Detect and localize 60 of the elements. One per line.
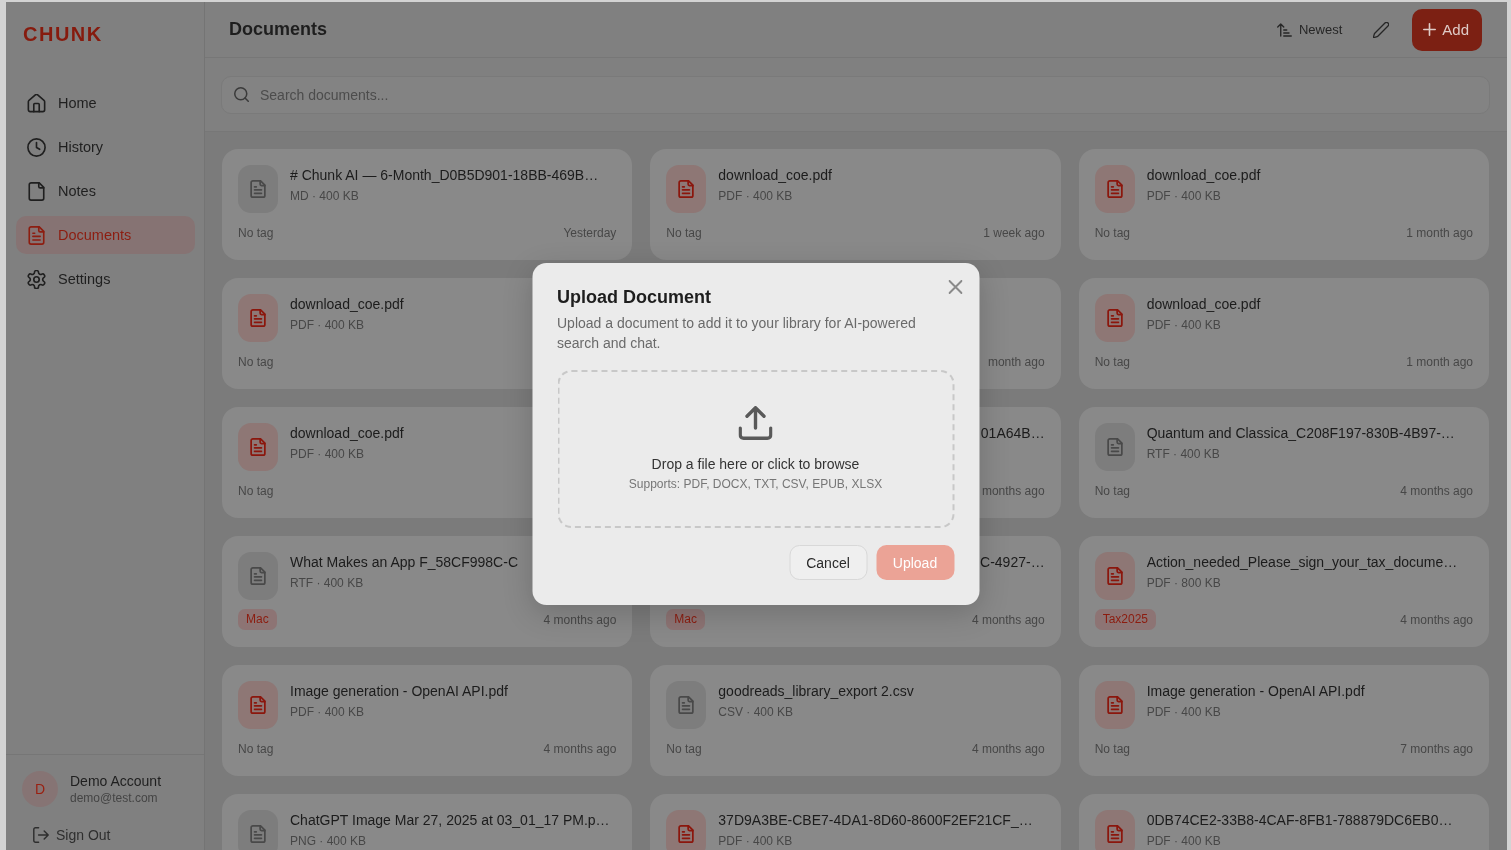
document-title: Quantum and Classica_C208F197-830B-4B97-… xyxy=(1146,424,1455,442)
document-date: 4 months ago xyxy=(1400,611,1473,628)
document-date: 4 months ago xyxy=(971,740,1045,757)
no-tag-label: No tag xyxy=(238,482,274,499)
document-meta: PDF · 400 KB xyxy=(1146,317,1221,333)
document-title: Image generation - OpenAI API.pdf xyxy=(290,682,508,700)
document-date: 4 months ago xyxy=(543,611,617,628)
document-meta: CSV · 400 KB xyxy=(718,704,794,720)
document-title: ChatGPT Image Mar 27, 2025 at 03_01_17 PM.p… xyxy=(290,811,610,829)
account-name: Demo Account xyxy=(70,772,162,790)
document-meta: PDF · 400 KB xyxy=(1146,704,1221,720)
document-title: 01A64B… xyxy=(980,424,1045,442)
document-date: 7 months ago xyxy=(1400,740,1473,757)
no-tag-label: No tag xyxy=(1094,353,1130,370)
document-meta: PDF · 400 KB xyxy=(718,188,793,204)
document-date: 1 week ago xyxy=(983,224,1045,241)
account-email: demo@test.com xyxy=(70,790,158,806)
document-meta: PDF · 800 KB xyxy=(1146,575,1221,591)
document-title: What Makes an App F_58CF998C-C xyxy=(290,553,518,571)
document-meta: RTF · 400 KB xyxy=(290,575,364,591)
document-title: # Chunk AI — 6-Month_D0B5D901-18BB-469B… xyxy=(290,166,599,184)
document-meta: PDF · 400 KB xyxy=(290,704,365,720)
document-meta: RTF · 400 KB xyxy=(1146,446,1220,462)
no-tag-label: No tag xyxy=(238,224,274,241)
document-date: months ago xyxy=(981,482,1045,499)
document-meta: MD · 400 KB xyxy=(290,188,359,204)
document-title: download_coe.pdf xyxy=(718,166,832,184)
document-meta: PDF · 400 KB xyxy=(1146,188,1221,204)
no-tag-label: No tag xyxy=(238,740,274,757)
document-meta: PDF · 400 KB xyxy=(718,833,793,849)
document-date: 4 months ago xyxy=(1400,482,1473,499)
document-date: 4 months ago xyxy=(971,611,1045,628)
document-title: Action_needed_Please_sign_your_tax_docume… xyxy=(1146,553,1458,571)
document-date: month ago xyxy=(987,353,1045,370)
document-title: download_coe.pdf xyxy=(290,295,404,313)
document-title: goodreads_library_export 2.csv xyxy=(718,682,914,700)
page-title: Documents xyxy=(229,19,327,40)
document-title: Image generation - OpenAI API.pdf xyxy=(1146,682,1365,700)
no-tag-label: No tag xyxy=(1094,482,1130,499)
document-meta: PDF · 400 KB xyxy=(1146,833,1221,849)
no-tag-label: No tag xyxy=(666,224,702,241)
drop-prompt: Drop a file here or click to browse xyxy=(651,455,860,474)
no-tag-label: No tag xyxy=(238,353,274,370)
no-tag-label: No tag xyxy=(1094,740,1130,757)
no-tag-label: No tag xyxy=(1094,224,1130,241)
document-date: 4 months ago xyxy=(543,740,617,757)
document-date: 1 month ago xyxy=(1406,224,1473,241)
avatar: D xyxy=(22,771,58,807)
document-date: Yesterday xyxy=(563,224,617,241)
document-title: download_coe.pdf xyxy=(1146,295,1261,313)
document-title: 37D9A3BE-CBE7-4DA1-8D60-8600F2EF21CF_… xyxy=(718,811,1033,829)
document-meta: PNG · 400 KB xyxy=(290,833,367,849)
no-tag-label: No tag xyxy=(666,740,702,757)
document-title: C-4927-… xyxy=(980,553,1045,571)
document-date: 1 month ago xyxy=(1406,353,1473,370)
document-meta: PDF · 400 KB xyxy=(290,317,365,333)
document-meta: PDF · 400 KB xyxy=(290,446,365,462)
document-title: download_coe.pdf xyxy=(290,424,404,442)
document-title: download_coe.pdf xyxy=(1146,166,1261,184)
document-title: 0DB74CE2-33B8-4CAF-8FB1-788879DC6EB0… xyxy=(1146,811,1453,829)
